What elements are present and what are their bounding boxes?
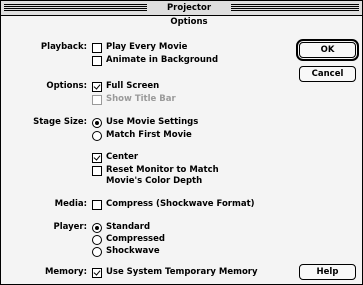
full-screen-checkbox[interactable]: Full Screen: [92, 81, 159, 92]
shockwave-radio[interactable]: Shockwave: [92, 246, 160, 257]
stage-size-label: Stage Size:: [33, 117, 87, 127]
use-movie-settings-radio-dot: [92, 118, 102, 128]
standard-radio[interactable]: Standard: [92, 222, 150, 233]
reset-monitor-label-line2: Movie's Color Depth: [106, 176, 203, 186]
show-title-bar-label: Show Title Bar: [106, 94, 176, 104]
animate-in-background-box: [92, 56, 102, 66]
full-screen-label: Full Screen: [106, 81, 160, 91]
center-label: Center: [106, 152, 139, 162]
ok-button[interactable]: OK: [296, 39, 359, 61]
play-every-movie-box: [92, 43, 102, 53]
animate-in-background-checkbox[interactable]: Animate in Background: [92, 55, 218, 66]
media-label: Media:: [54, 199, 87, 209]
title-bar-stripes-left: [4, 4, 147, 11]
dialog-title: Projector Options: [147, 1, 231, 27]
show-title-bar-checkbox: Show Title Bar: [92, 94, 176, 105]
full-screen-box: [92, 82, 102, 92]
player-label: Player:: [53, 222, 87, 232]
reset-monitor-label-line1: Reset Monitor to Match: [106, 165, 219, 175]
compress-shockwave-checkbox[interactable]: Compress (Shockwave Format): [92, 199, 255, 210]
standard-radio-dot: [92, 223, 102, 233]
use-system-temporary-memory-label: Use System Temporary Memory: [106, 267, 258, 277]
compressed-radio[interactable]: Compressed: [92, 234, 165, 245]
compressed-radio-dot: [92, 235, 102, 245]
shockwave-radio-dot: [92, 247, 102, 257]
use-system-temporary-memory-box: [92, 268, 102, 278]
play-every-movie-label: Play Every Movie: [106, 42, 188, 52]
compress-shockwave-box: [92, 200, 102, 210]
standard-label: Standard: [106, 222, 151, 232]
play-every-movie-checkbox[interactable]: Play Every Movie: [92, 42, 187, 53]
options-label: Options:: [46, 81, 87, 91]
show-title-bar-box: [92, 95, 102, 105]
projector-options-dialog: Projector Options Playback: Play Every M…: [0, 0, 363, 285]
match-first-movie-radio-dot: [92, 131, 102, 141]
animate-in-background-label: Animate in Background: [106, 55, 219, 65]
reset-monitor-box: [92, 166, 102, 176]
use-movie-settings-label: Use Movie Settings: [106, 117, 199, 127]
match-first-movie-label: Match First Movie: [106, 130, 192, 140]
compress-shockwave-label: Compress (Shockwave Format): [106, 199, 255, 209]
center-checkbox[interactable]: Center: [92, 152, 138, 163]
compressed-label: Compressed: [106, 234, 165, 244]
reset-monitor-checkbox[interactable]: Reset Monitor to Match Movie's Color Dep…: [92, 165, 219, 187]
title-bar[interactable]: Projector Options: [1, 1, 362, 27]
memory-label: Memory:: [44, 267, 87, 277]
use-system-temporary-memory-checkbox[interactable]: Use System Temporary Memory: [92, 267, 258, 278]
playback-label: Playback:: [40, 42, 87, 52]
help-button[interactable]: Help: [299, 264, 356, 280]
shockwave-label: Shockwave: [106, 246, 160, 256]
match-first-movie-radio[interactable]: Match First Movie: [92, 130, 192, 141]
cancel-button[interactable]: Cancel: [299, 66, 356, 82]
center-box: [92, 153, 102, 163]
reset-monitor-label: Reset Monitor to Match Movie's Color Dep…: [106, 165, 219, 187]
title-bar-stripes-right: [231, 4, 359, 11]
use-movie-settings-radio[interactable]: Use Movie Settings: [92, 117, 198, 128]
